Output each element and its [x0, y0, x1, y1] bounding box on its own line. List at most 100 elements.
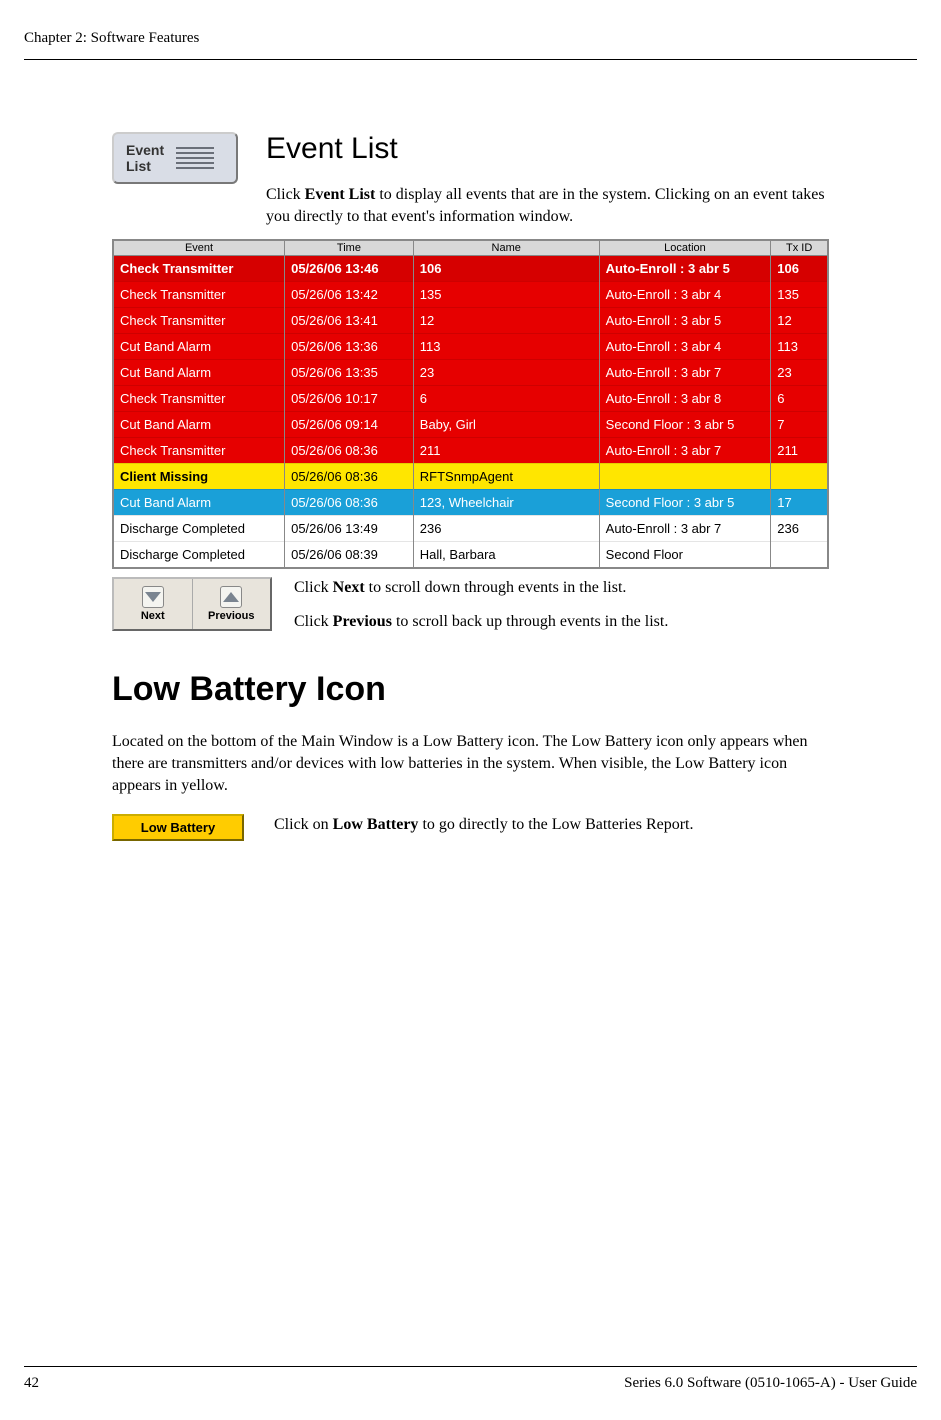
cell-txid: 106 [771, 255, 828, 281]
cell-event: Cut Band Alarm [113, 489, 285, 515]
cell-event: Check Transmitter [113, 281, 285, 307]
table-row[interactable]: Cut Band Alarm05/26/06 13:36 113Auto-Enro… [113, 333, 828, 359]
cell-location: Auto-Enroll : 3 abr 7 [599, 359, 771, 385]
page-header: Chapter 2: Software Features [24, 30, 917, 60]
cell-time: 05/26/06 08:36 [285, 463, 414, 489]
cell-location [599, 463, 771, 489]
cell-txid: 17 [771, 489, 828, 515]
arrow-up-icon [220, 586, 242, 608]
col-time: Time [285, 240, 414, 256]
cell-txid [771, 463, 828, 489]
nav-buttons: Next Previous [112, 577, 272, 631]
cell-time: 05/26/06 08:36 [285, 437, 414, 463]
cell-event: Check Transmitter [113, 255, 285, 281]
next-desc: Click Next to scroll down through events… [294, 577, 829, 599]
next-button[interactable]: Next [114, 579, 193, 629]
cell-location: Auto-Enroll : 3 abr 5 [599, 307, 771, 333]
prev-desc: Click Previous to scroll back up through… [294, 611, 829, 633]
cell-txid: 211 [771, 437, 828, 463]
low-battery-button[interactable]: Low Battery [112, 814, 244, 841]
col-location: Location [599, 240, 771, 256]
low-battery-para: Located on the bottom of the Main Window… [112, 731, 829, 798]
table-row[interactable]: Client Missing05/26/06 08:36RFTSnmpAgent [113, 463, 828, 489]
table-row[interactable]: Discharge Completed05/26/06 13:49236Auto… [113, 515, 828, 541]
chapter-title: Chapter 2: Software Features [24, 30, 199, 46]
cell-time: 05/26/06 08:39 [285, 541, 414, 568]
cell-event: Cut Band Alarm [113, 359, 285, 385]
cell-txid: 23 [771, 359, 828, 385]
event-list-button-line1: Event [126, 142, 164, 158]
cell-event: Check Transmitter [113, 307, 285, 333]
cell-name: 23 [413, 359, 599, 385]
page-content: Event List Event List Click Event List t… [24, 132, 917, 842]
cell-name: Hall, Barbara [413, 541, 599, 568]
footer-right: Series 6.0 Software (0510-1065-A) - User… [624, 1375, 917, 1392]
previous-button-label: Previous [208, 610, 254, 622]
table-row[interactable]: Discharge Completed05/26/06 08:39Hall, B… [113, 541, 828, 568]
cell-name: 236 [413, 515, 599, 541]
cell-time: 05/26/06 09:14 [285, 411, 414, 437]
cell-event: Cut Band Alarm [113, 333, 285, 359]
cell-time: 05/26/06 13:41 [285, 307, 414, 333]
event-list-button[interactable]: Event List [112, 132, 238, 184]
arrow-down-icon [142, 586, 164, 608]
cell-location: Second Floor : 3 abr 5 [599, 411, 771, 437]
cell-txid: 113 [771, 333, 828, 359]
cell-txid [771, 541, 828, 568]
cell-time: 05/26/06 13:42 [285, 281, 414, 307]
cell-location: Auto-Enroll : 3 abr 4 [599, 281, 771, 307]
next-button-label: Next [141, 610, 165, 622]
table-row[interactable]: Cut Band Alarm05/26/06 08:36123, Wheelch… [113, 489, 828, 515]
page-number: 42 [24, 1375, 39, 1392]
table-row[interactable]: Check Transmitter05/26/06 13:46106Auto-E… [113, 255, 828, 281]
cell-location: Second Floor : 3 abr 5 [599, 489, 771, 515]
cell-name: Baby, Girl [413, 411, 599, 437]
event-list-button-text: Event List [126, 142, 164, 174]
cell-time: 05/26/06 13:35 [285, 359, 414, 385]
cell-name: 135 [413, 281, 599, 307]
cell-time: 05/26/06 13:46 [285, 255, 414, 281]
table-row[interactable]: Cut Band Alarm05/26/06 09:14Baby, GirlSe… [113, 411, 828, 437]
table-row[interactable]: Check Transmitter05/26/06 13:42135Auto-E… [113, 281, 828, 307]
cell-txid: 135 [771, 281, 828, 307]
cell-location: Second Floor [599, 541, 771, 568]
page-footer: 42 Series 6.0 Software (0510-1065-A) - U… [24, 1366, 917, 1392]
cell-event: Discharge Completed [113, 541, 285, 568]
table-row[interactable]: Check Transmitter05/26/06 10:176Auto-Enr… [113, 385, 828, 411]
event-list-heading: Event List [266, 132, 829, 166]
col-txid: Tx ID [771, 240, 828, 256]
cell-time: 05/26/06 08:36 [285, 489, 414, 515]
cell-event: Check Transmitter [113, 385, 285, 411]
cell-time: 05/26/06 13:36 [285, 333, 414, 359]
event-table-header-row: Event Time Name Location Tx ID [113, 240, 828, 256]
event-list-intro: Click Event List to display all events t… [266, 184, 829, 229]
cell-txid: 6 [771, 385, 828, 411]
cell-name: 211 [413, 437, 599, 463]
cell-time: 05/26/06 10:17 [285, 385, 414, 411]
previous-button[interactable]: Previous [193, 579, 271, 629]
cell-location: Auto-Enroll : 3 abr 7 [599, 515, 771, 541]
col-name: Name [413, 240, 599, 256]
event-table: Event Time Name Location Tx ID Check Tra… [112, 239, 829, 569]
cell-name: 123, Wheelchair [413, 489, 599, 515]
cell-event: Discharge Completed [113, 515, 285, 541]
cell-name: 6 [413, 385, 599, 411]
list-icon [176, 147, 214, 169]
cell-location: Auto-Enroll : 3 abr 7 [599, 437, 771, 463]
low-battery-click-desc: Click on Low Battery to go directly to t… [274, 814, 829, 836]
cell-name: 106 [413, 255, 599, 281]
table-row[interactable]: Check Transmitter05/26/06 13:4112Auto-En… [113, 307, 828, 333]
table-row[interactable]: Check Transmitter05/26/06 08:36211Auto-E… [113, 437, 828, 463]
cell-event: Check Transmitter [113, 437, 285, 463]
low-battery-heading: Low Battery Icon [112, 670, 829, 709]
cell-location: Auto-Enroll : 3 abr 4 [599, 333, 771, 359]
cell-event: Cut Band Alarm [113, 411, 285, 437]
cell-event: Client Missing [113, 463, 285, 489]
cell-location: Auto-Enroll : 3 abr 5 [599, 255, 771, 281]
cell-txid: 7 [771, 411, 828, 437]
cell-location: Auto-Enroll : 3 abr 8 [599, 385, 771, 411]
table-row[interactable]: Cut Band Alarm05/26/06 13:3523Auto-Enrol… [113, 359, 828, 385]
cell-txid: 236 [771, 515, 828, 541]
event-list-button-line2: List [126, 158, 164, 174]
col-event: Event [113, 240, 285, 256]
